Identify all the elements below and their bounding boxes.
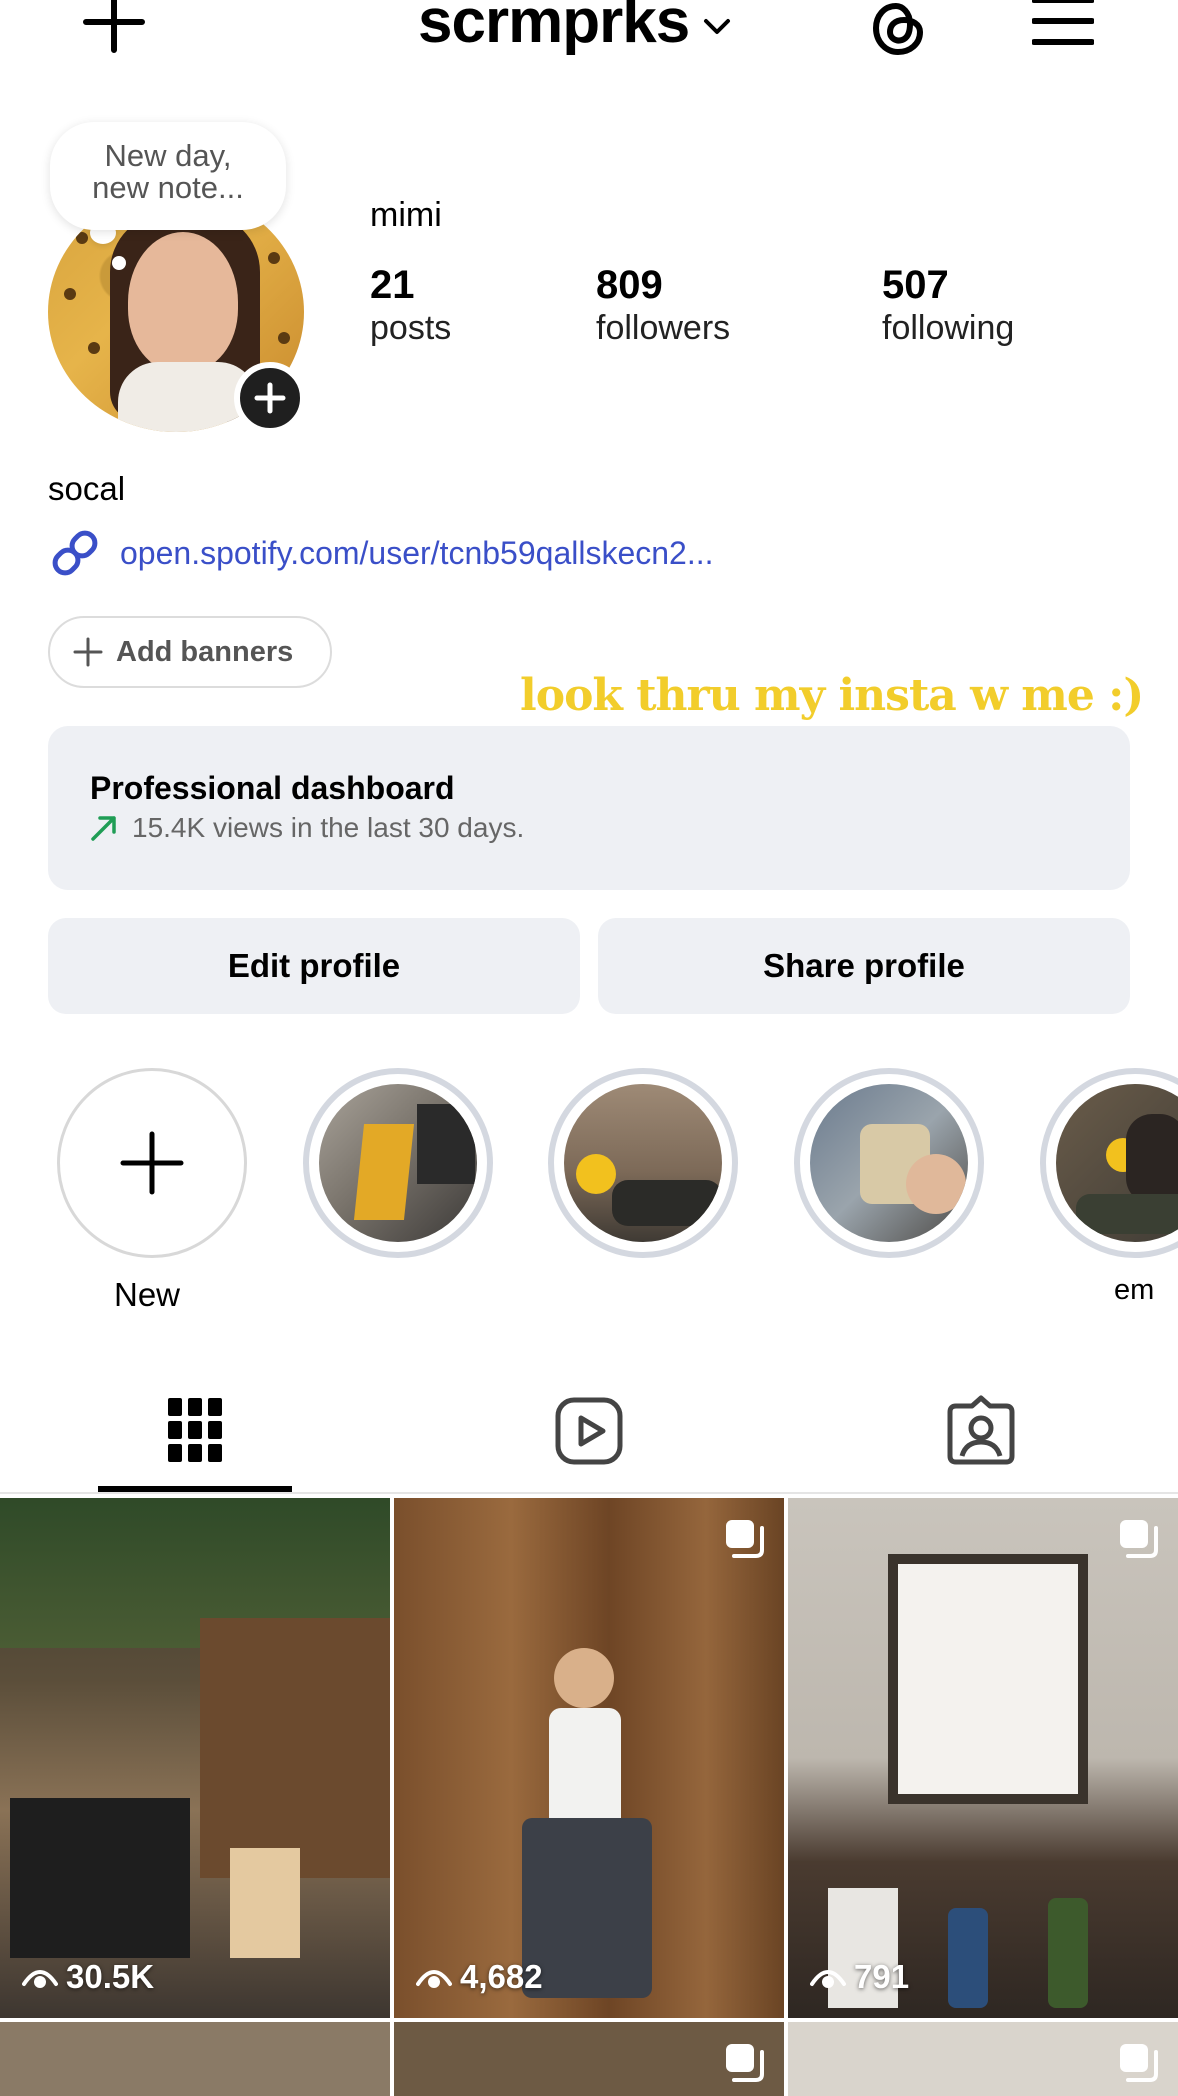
add-banners-label: Add banners: [116, 635, 294, 668]
stat-label: posts: [370, 309, 452, 347]
highlight-label: New: [114, 1276, 181, 1313]
view-count-text: 791: [854, 1958, 910, 1995]
view-count: 791: [810, 1958, 909, 1996]
stat-value: 809: [596, 263, 663, 307]
stat-value: 507: [882, 263, 949, 307]
add-story-button[interactable]: [234, 362, 306, 434]
view-count-text: 4,682: [460, 1958, 543, 1995]
overlay-caption: look thru my insta w me :): [520, 670, 1144, 721]
view-count: 30.5K: [22, 1958, 154, 1996]
note-bubble[interactable]: New day, new note...: [50, 122, 286, 230]
plus-icon: [73, 637, 103, 667]
chevron-down-icon: [704, 18, 731, 34]
top-bar: scrmprks: [0, 0, 1178, 80]
dashboard-views-text: 15.4K views in the last 30 days.: [132, 812, 525, 843]
highlight-label: em: [1114, 1274, 1155, 1306]
display-name: mimi: [370, 196, 442, 234]
stat-followers[interactable]: 809 followers: [596, 262, 730, 348]
threads-icon[interactable]: [866, 0, 930, 58]
plus-icon[interactable]: [82, 0, 146, 54]
highlight-item[interactable]: [303, 1068, 493, 1258]
hamburger-menu-icon[interactable]: [1032, 0, 1094, 48]
highlight-item[interactable]: [794, 1068, 984, 1258]
highlight-item[interactable]: [1040, 1068, 1178, 1258]
post-tile[interactable]: 30.5K: [0, 1498, 390, 2018]
post-tile[interactable]: [788, 2022, 1178, 2096]
post-tile[interactable]: [394, 2022, 784, 2096]
profile-page: scrmprks New day, new note... mimi 21 po…: [0, 0, 1178, 2096]
post-tile[interactable]: [0, 2022, 390, 2096]
note-tail: [112, 256, 126, 270]
highlight-new[interactable]: [57, 1068, 247, 1258]
edit-profile-button[interactable]: Edit profile: [48, 918, 580, 1014]
views-eye-icon: [416, 1970, 452, 1988]
post-tile[interactable]: 4,682: [394, 1498, 784, 2018]
link-icon: [52, 530, 98, 576]
bio-text: socal: [48, 470, 126, 507]
username: scrmprks: [418, 0, 690, 56]
view-count-text: 30.5K: [66, 1958, 155, 1995]
post-tile[interactable]: 791: [788, 1498, 1178, 2018]
trend-up-arrow-icon: [91, 816, 116, 841]
carousel-icon: [726, 2044, 764, 2082]
dashboard-title: Professional dashboard: [90, 770, 455, 806]
reels-icon[interactable]: [554, 1396, 624, 1466]
view-count: 4,682: [416, 1958, 543, 1996]
account-switcher[interactable]: scrmprks: [418, 0, 731, 57]
add-banners-button[interactable]: Add banners: [48, 616, 332, 688]
note-text: New day, new note...: [92, 138, 244, 205]
dashboard-subtitle: 15.4K views in the last 30 days.: [90, 812, 524, 844]
carousel-icon: [1120, 1520, 1158, 1558]
views-eye-icon: [22, 1970, 58, 1988]
plus-icon: [120, 1131, 184, 1195]
plus-icon: [254, 382, 286, 414]
link-text: open.spotify.com/user/tcnb59qallskecn2..…: [120, 534, 714, 571]
tagged-icon[interactable]: [946, 1394, 1016, 1466]
professional-dashboard[interactable]: Professional dashboard 15.4K views in th…: [48, 726, 1130, 890]
stat-value: 21: [370, 263, 415, 307]
carousel-icon: [1120, 2044, 1158, 2082]
highlight-item[interactable]: [548, 1068, 738, 1258]
bio-link[interactable]: open.spotify.com/user/tcnb59qallskecn2..…: [48, 526, 714, 580]
stat-posts[interactable]: 21 posts: [370, 262, 451, 348]
carousel-icon: [726, 1520, 764, 1558]
grid-icon[interactable]: [166, 1396, 224, 1464]
stat-label: following: [882, 309, 1015, 347]
stat-following[interactable]: 507 following: [882, 262, 1014, 348]
stat-label: followers: [596, 309, 731, 347]
share-profile-button[interactable]: Share profile: [598, 918, 1130, 1014]
views-eye-icon: [810, 1970, 846, 1988]
profile-tabs: [0, 1376, 1178, 1496]
tab-divider: [0, 1492, 1178, 1494]
